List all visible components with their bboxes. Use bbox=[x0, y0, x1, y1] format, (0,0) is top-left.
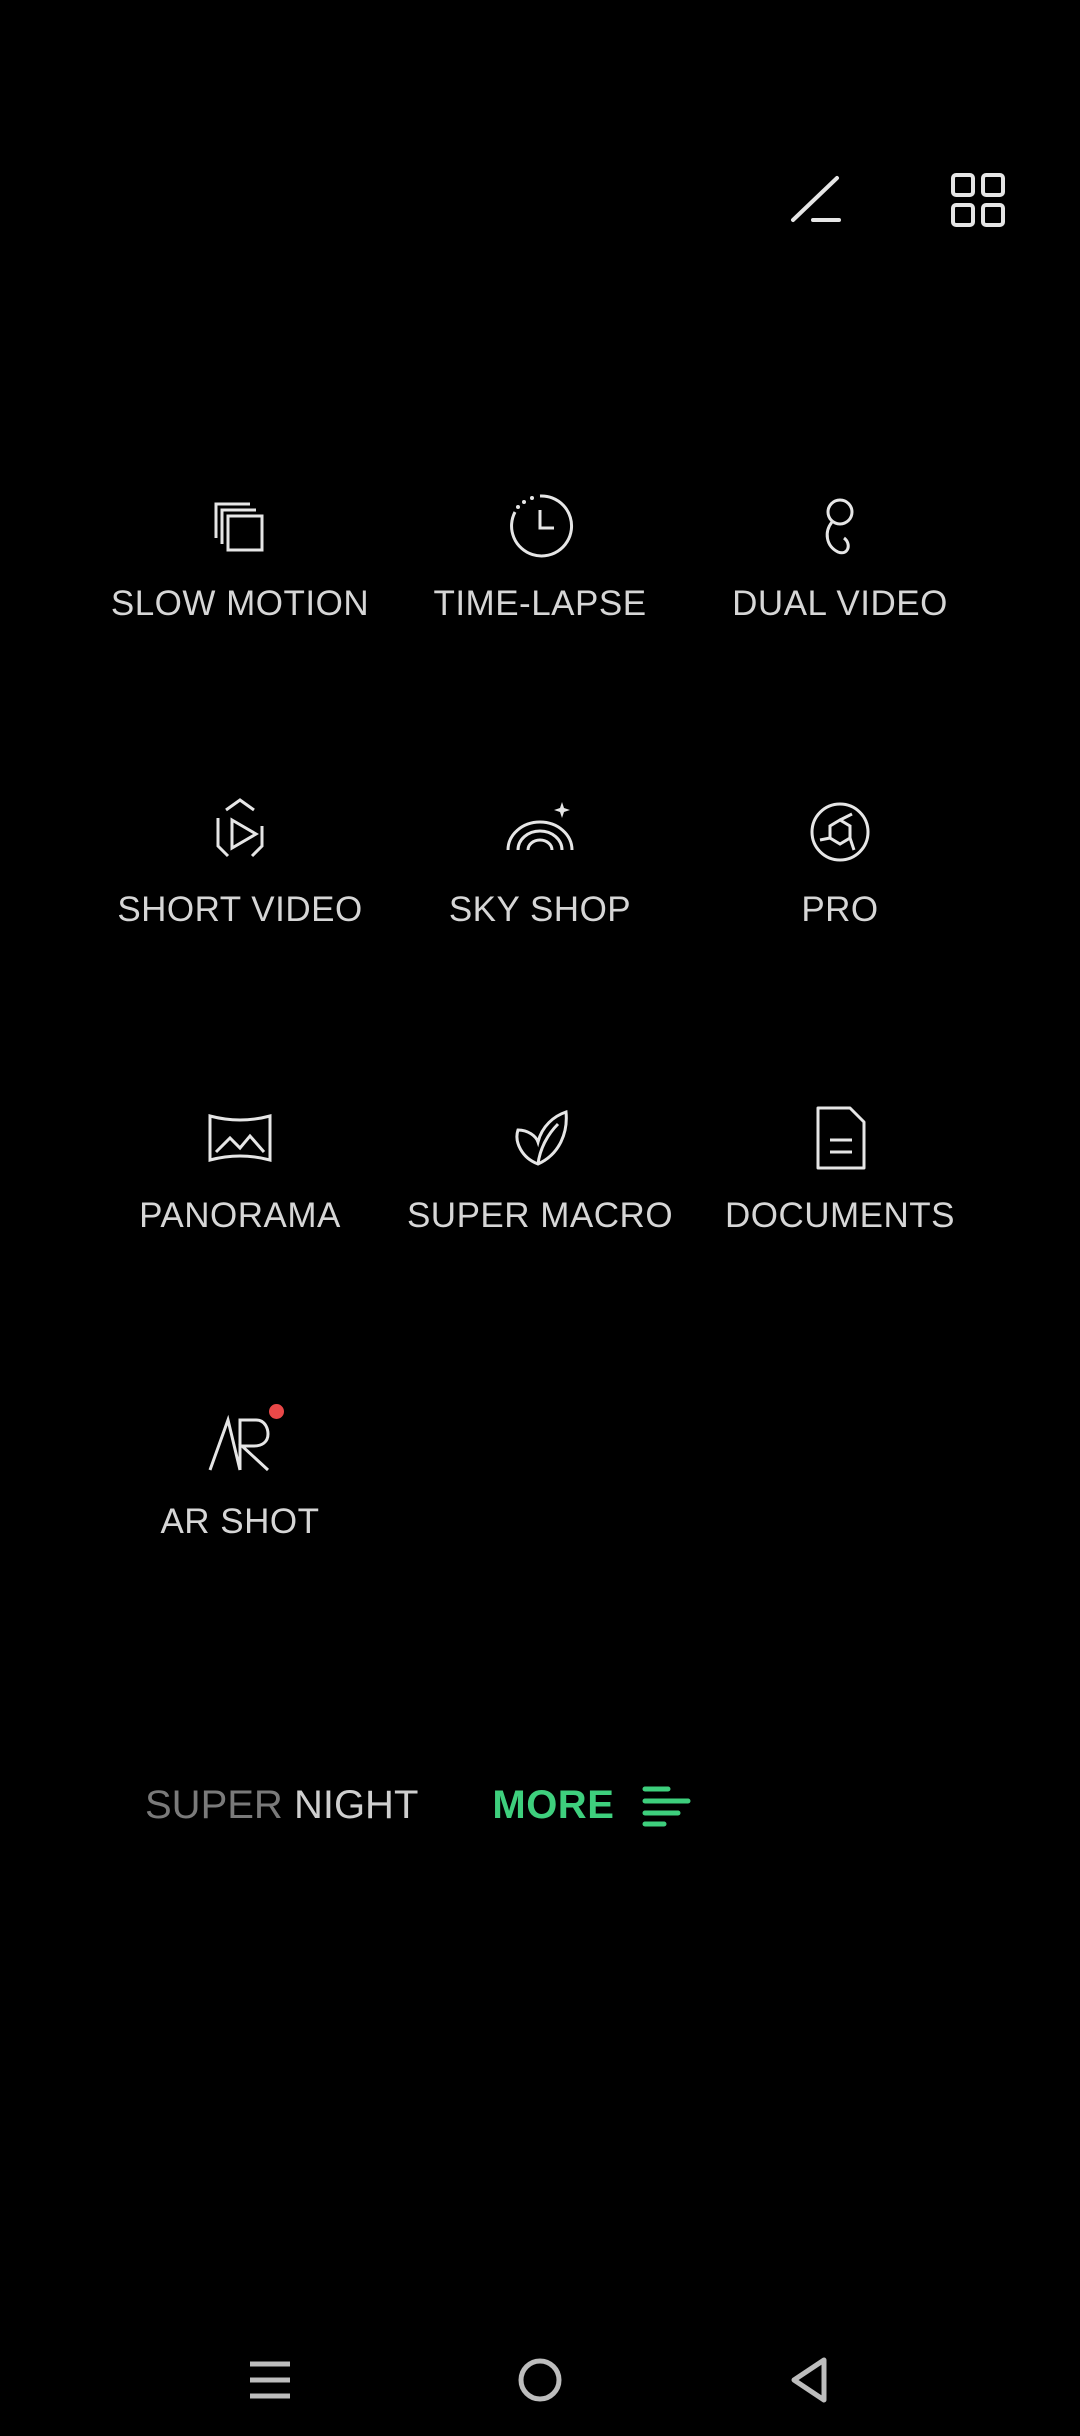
mode-label: SLOW MOTION bbox=[110, 584, 370, 623]
mode-label: DUAL VIDEO bbox=[732, 584, 948, 623]
mode-switch-bar: SUPER NIGHT MORE bbox=[145, 1775, 692, 1835]
grid-icon bbox=[951, 173, 1005, 227]
mode-documents[interactable]: DOCUMENTS bbox=[690, 1102, 990, 1408]
more-label: MORE bbox=[492, 1782, 615, 1827]
mode-label: PANORAMA bbox=[139, 1196, 341, 1235]
mode-slow-motion[interactable]: SLOW MOTION bbox=[90, 490, 390, 796]
sky-shop-icon bbox=[504, 796, 576, 868]
mode-label: SUPER MACRO bbox=[406, 1196, 674, 1235]
edit-icon bbox=[791, 176, 841, 222]
mode-label: SHORT VIDEO bbox=[117, 890, 363, 929]
time-lapse-icon bbox=[504, 490, 576, 562]
back-icon bbox=[791, 2357, 827, 2403]
menu-lines-icon bbox=[642, 1786, 691, 1827]
edit-button[interactable] bbox=[780, 165, 850, 235]
ar-icon bbox=[204, 1404, 284, 1480]
short-video-icon bbox=[204, 796, 276, 868]
leaf-icon bbox=[504, 1102, 576, 1174]
mode-panorama[interactable]: PANORAMA bbox=[90, 1102, 390, 1408]
mode-label: PRO bbox=[801, 890, 879, 929]
new-badge-dot bbox=[269, 1404, 284, 1419]
mode-label: DOCUMENTS bbox=[724, 1196, 956, 1235]
mode-short-video[interactable]: SHORT VIDEO bbox=[90, 796, 390, 1102]
camera-mode-grid: SLOW MOTION TIME-LAPSE DUAL VIDEO SHORT … bbox=[90, 490, 990, 1714]
home-icon bbox=[518, 2358, 562, 2402]
super-night-mode-tab[interactable]: SUPER NIGHT bbox=[145, 1783, 418, 1828]
mode-sky-shop[interactable]: SKY SHOP bbox=[390, 796, 690, 1102]
mode-super-macro[interactable]: SUPER MACRO bbox=[390, 1102, 690, 1408]
mode-dual-video[interactable]: DUAL VIDEO bbox=[690, 490, 990, 796]
system-navigation-bar bbox=[0, 2340, 1080, 2420]
mode-time-lapse[interactable]: TIME-LAPSE bbox=[390, 490, 690, 796]
super-night-label-part1: SUPER bbox=[145, 1782, 294, 1827]
mode-pro[interactable]: PRO bbox=[690, 796, 990, 1102]
mode-label: AR SHOT bbox=[160, 1502, 320, 1541]
panorama-icon bbox=[204, 1102, 276, 1174]
document-icon bbox=[804, 1102, 876, 1174]
pro-aperture-icon bbox=[804, 796, 876, 868]
mode-label: SKY SHOP bbox=[448, 890, 632, 929]
grid-layout-button[interactable] bbox=[943, 165, 1013, 235]
recent-apps-button[interactable] bbox=[230, 2340, 310, 2420]
super-night-label-part2: NIGHT bbox=[293, 1782, 419, 1827]
mode-ar-shot[interactable]: AR SHOT bbox=[90, 1404, 390, 1714]
home-button[interactable] bbox=[500, 2340, 580, 2420]
back-button[interactable] bbox=[770, 2340, 850, 2420]
more-modes-button[interactable]: MORE bbox=[492, 1783, 692, 1828]
slow-motion-icon bbox=[204, 490, 276, 562]
menu-icon bbox=[250, 2361, 290, 2399]
dual-video-icon bbox=[804, 490, 876, 562]
mode-label: TIME-LAPSE bbox=[433, 584, 647, 623]
